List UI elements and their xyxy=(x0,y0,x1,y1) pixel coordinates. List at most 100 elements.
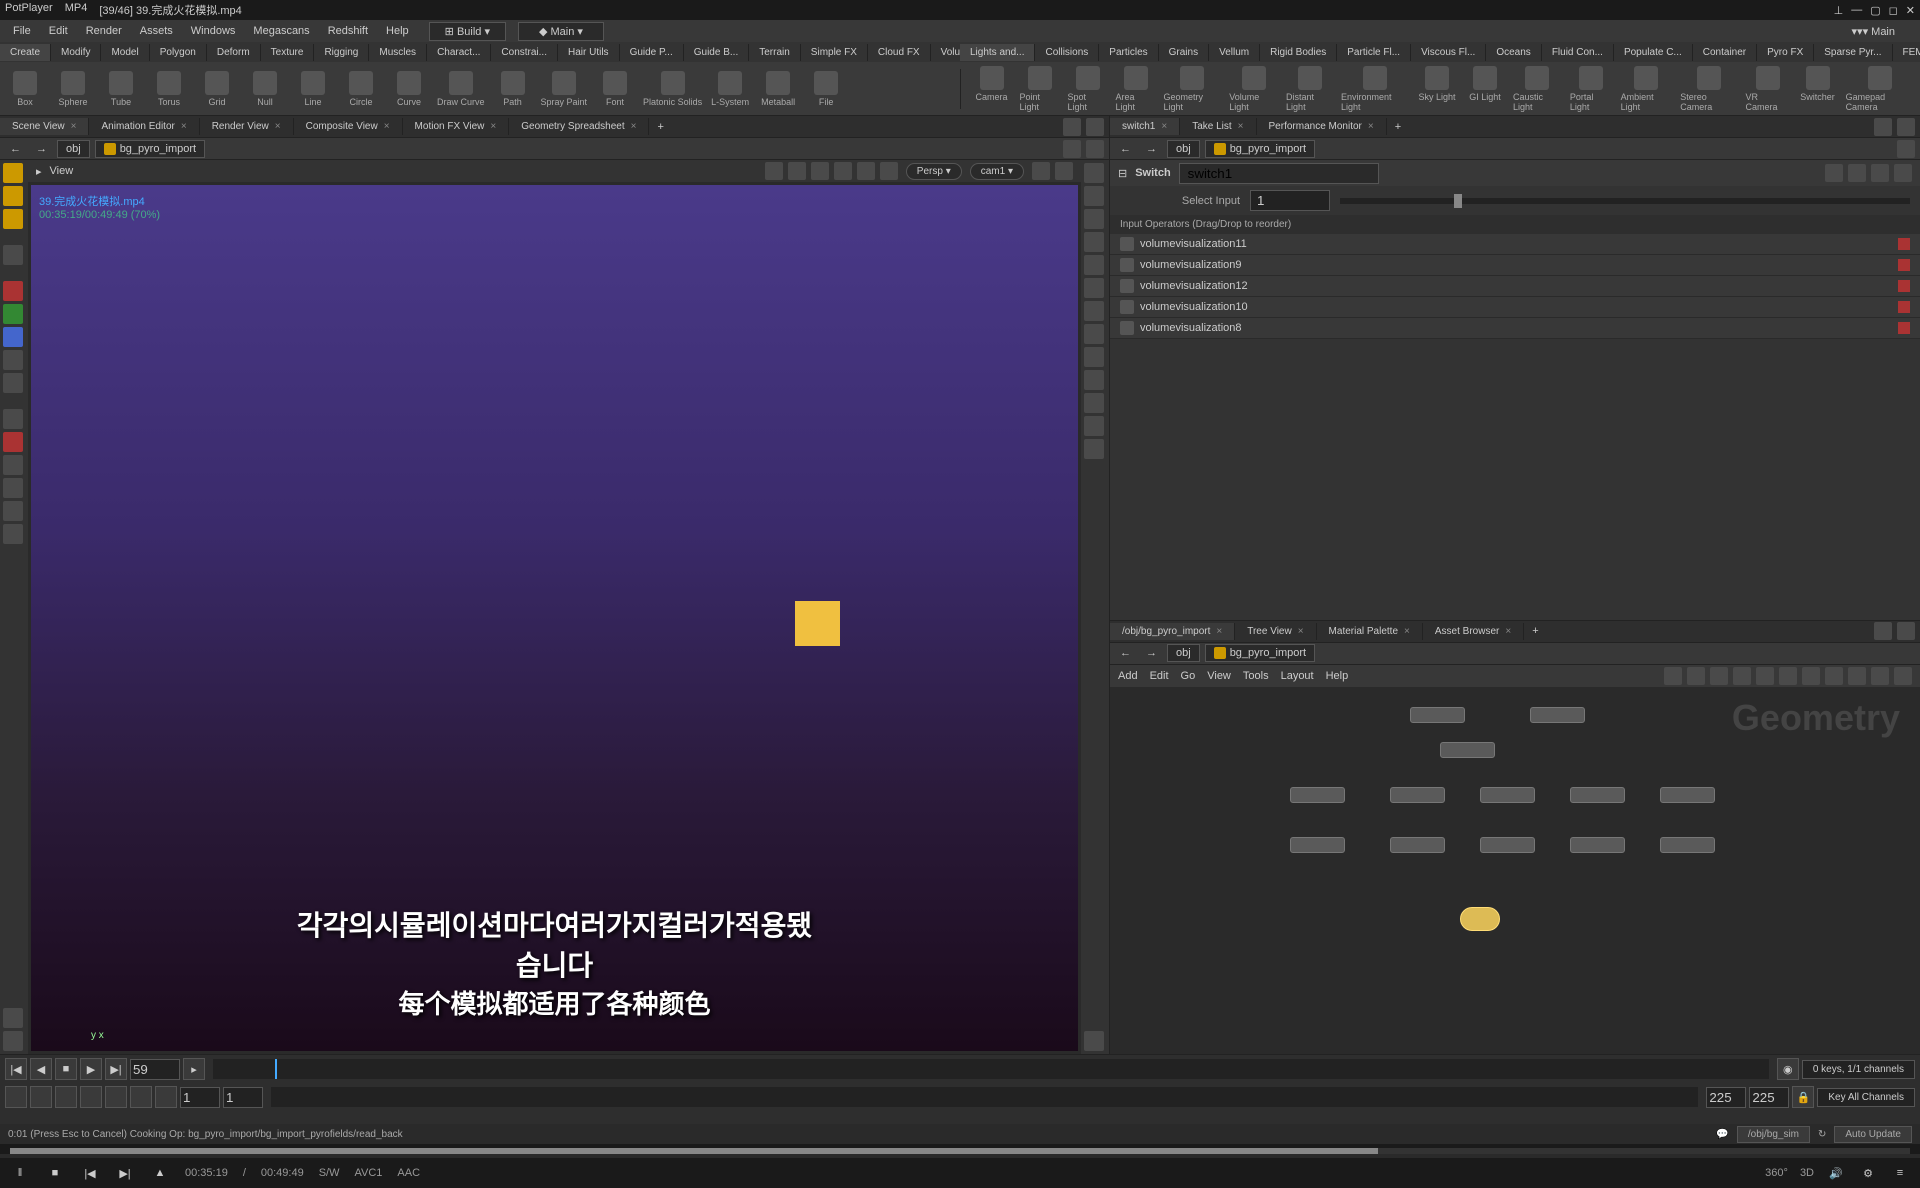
node-tool-icon-5[interactable] xyxy=(1756,667,1774,685)
tool-switcher[interactable]: Switcher xyxy=(1798,66,1838,112)
search-icon[interactable] xyxy=(1871,164,1889,182)
tl-opt-icon-7[interactable] xyxy=(155,1086,177,1108)
shelf-tab-fluidcon[interactable]: Fluid Con... xyxy=(1542,44,1614,61)
brush-icon[interactable] xyxy=(3,409,23,429)
player-avc[interactable]: AVC1 xyxy=(355,1167,383,1179)
player-pause-icon[interactable]: ‖ xyxy=(10,1163,30,1183)
graph-node[interactable] xyxy=(1440,742,1495,758)
input-operator-row[interactable]: volumevisualization10 xyxy=(1110,297,1920,318)
view-tool-icon-5[interactable] xyxy=(857,162,875,180)
range-end-a[interactable] xyxy=(1706,1087,1746,1108)
input-operator-row[interactable]: volumevisualization11 xyxy=(1110,234,1920,255)
shelf-tab-oceans[interactable]: Oceans xyxy=(1486,44,1541,61)
jump-icon[interactable] xyxy=(1086,140,1104,158)
graph-node[interactable] xyxy=(1570,837,1625,853)
graph-node[interactable] xyxy=(1480,787,1535,803)
shelf-tab-collisions[interactable]: Collisions xyxy=(1035,44,1099,61)
tool-box[interactable]: Box xyxy=(5,71,45,107)
shelf-tab-hair[interactable]: Hair Utils xyxy=(558,44,620,61)
display-opt-icon-4[interactable] xyxy=(1084,232,1104,252)
player-settings-icon[interactable]: ⚙ xyxy=(1858,1163,1878,1183)
graph-node[interactable] xyxy=(1390,787,1445,803)
keys-info[interactable]: 0 keys, 1/1 channels xyxy=(1802,1060,1915,1079)
node-pane-fs-icon[interactable] xyxy=(1874,622,1892,640)
tab-take-list[interactable]: Take List× xyxy=(1180,118,1256,135)
shelf-tab-sparse[interactable]: Sparse Pyr... xyxy=(1814,44,1892,61)
delete-icon[interactable] xyxy=(1898,280,1910,292)
select-tool-icon[interactable] xyxy=(3,163,23,183)
shelf-tab-simplefx[interactable]: Simple FX xyxy=(801,44,868,61)
tool-sphere[interactable]: Sphere xyxy=(53,71,93,107)
delete-icon[interactable] xyxy=(1898,301,1910,313)
shelf-tab-lights[interactable]: Lights and... xyxy=(960,44,1035,61)
tool-draw-curve[interactable]: Draw Curve xyxy=(437,71,485,107)
timeline-track[interactable] xyxy=(213,1059,1769,1079)
tl-opt-icon-2[interactable] xyxy=(30,1086,52,1108)
window-restore-icon[interactable]: ▢ xyxy=(1870,4,1880,17)
graph-node[interactable] xyxy=(1290,837,1345,853)
pane-menu-r-icon[interactable] xyxy=(1897,118,1915,136)
node-tool-icon-3[interactable] xyxy=(1710,667,1728,685)
pane-menu-icon[interactable] xyxy=(1086,118,1104,136)
tab-scene-view[interactable]: Scene View× xyxy=(0,118,89,135)
shelf-tab-container[interactable]: Container xyxy=(1693,44,1757,61)
path-fwd-icon[interactable]: → xyxy=(31,143,52,155)
display-opt-icon-12[interactable] xyxy=(1084,416,1104,436)
tool-null[interactable]: Null xyxy=(245,71,285,107)
viewport-3d[interactable]: 39.完成火花模拟.mp4 00:35:19/00:49:49 (70%) y … xyxy=(31,185,1078,1051)
window-minimize-icon[interactable]: — xyxy=(1851,4,1862,17)
tool-gamepad-camera[interactable]: Gamepad Camera xyxy=(1846,66,1915,112)
shelf-tab-deform[interactable]: Deform xyxy=(207,44,261,61)
tool-volume-light[interactable]: Volume Light xyxy=(1229,66,1278,112)
tl-lock-icon[interactable]: 🔒 xyxy=(1792,1086,1814,1108)
shelf-tab-pyrofx[interactable]: Pyro FX xyxy=(1757,44,1814,61)
pane-fullscreen-icon[interactable] xyxy=(1063,118,1081,136)
tool-grid[interactable]: Grid xyxy=(197,71,237,107)
player-stop-icon[interactable]: ■ xyxy=(45,1163,65,1183)
view-tool-icon-3[interactable] xyxy=(811,162,829,180)
node-back-icon[interactable]: ← xyxy=(1115,647,1136,659)
view-tool-icon-4[interactable] xyxy=(834,162,852,180)
player-360[interactable]: 360° xyxy=(1765,1167,1788,1179)
menu-help[interactable]: Help xyxy=(378,23,417,39)
help-icon[interactable] xyxy=(1848,164,1866,182)
tab-plus-left[interactable]: + xyxy=(649,118,671,136)
window-close-icon[interactable]: ✕ xyxy=(1906,4,1915,17)
app-name[interactable]: PotPlayer xyxy=(5,2,53,18)
tool-caustic-light[interactable]: Caustic Light xyxy=(1513,66,1562,112)
tool-curve[interactable]: Curve xyxy=(389,71,429,107)
tab-animation-editor[interactable]: Animation Editor× xyxy=(89,118,199,135)
display-opt-icon-7[interactable] xyxy=(1084,301,1104,321)
graph-node[interactable] xyxy=(1290,787,1345,803)
node-tool-icon-1[interactable] xyxy=(1664,667,1682,685)
shelf-tab-volume[interactable]: Volume xyxy=(931,44,960,61)
node-path-node[interactable]: bg_pyro_import xyxy=(1205,644,1315,662)
tool-file[interactable]: File xyxy=(806,71,846,107)
range-start-b[interactable] xyxy=(223,1087,263,1108)
menu-render[interactable]: Render xyxy=(78,23,130,39)
main-path-right[interactable]: ▾▾▾ Main xyxy=(1832,23,1915,40)
menu-file[interactable]: File xyxy=(5,23,39,39)
shelf-tab-constraints[interactable]: Constrai... xyxy=(491,44,558,61)
player-sw[interactable]: S/W xyxy=(319,1167,340,1179)
inspect-icon[interactable] xyxy=(3,524,23,544)
select-input-slider[interactable] xyxy=(1340,198,1910,204)
shelf-tab-character[interactable]: Charact... xyxy=(427,44,491,61)
shelf-tab-modify[interactable]: Modify xyxy=(51,44,101,61)
window-pin-icon[interactable]: ⊥ xyxy=(1834,4,1844,17)
tab-geometry-spreadsheet[interactable]: Geometry Spreadsheet× xyxy=(509,118,649,135)
render-region-icon[interactable] xyxy=(3,478,23,498)
handle-tool-icon[interactable] xyxy=(3,186,23,206)
param-fwd-icon[interactable]: → xyxy=(1141,143,1162,155)
tl-opt-icon-6[interactable] xyxy=(130,1086,152,1108)
menu-icon[interactable] xyxy=(1120,258,1134,272)
shelf-tab-grains[interactable]: Grains xyxy=(1159,44,1209,61)
menu-windows[interactable]: Windows xyxy=(183,23,244,39)
menu-icon[interactable] xyxy=(1120,279,1134,293)
snap-grid-icon[interactable] xyxy=(3,350,23,370)
scope-channels-icon[interactable]: ◉ xyxy=(1777,1058,1799,1080)
node-menu-add[interactable]: Add xyxy=(1118,670,1138,682)
node-tool-icon-4[interactable] xyxy=(1733,667,1751,685)
range-start-a[interactable] xyxy=(180,1087,220,1108)
shelf-tab-rigging[interactable]: Rigging xyxy=(314,44,369,61)
